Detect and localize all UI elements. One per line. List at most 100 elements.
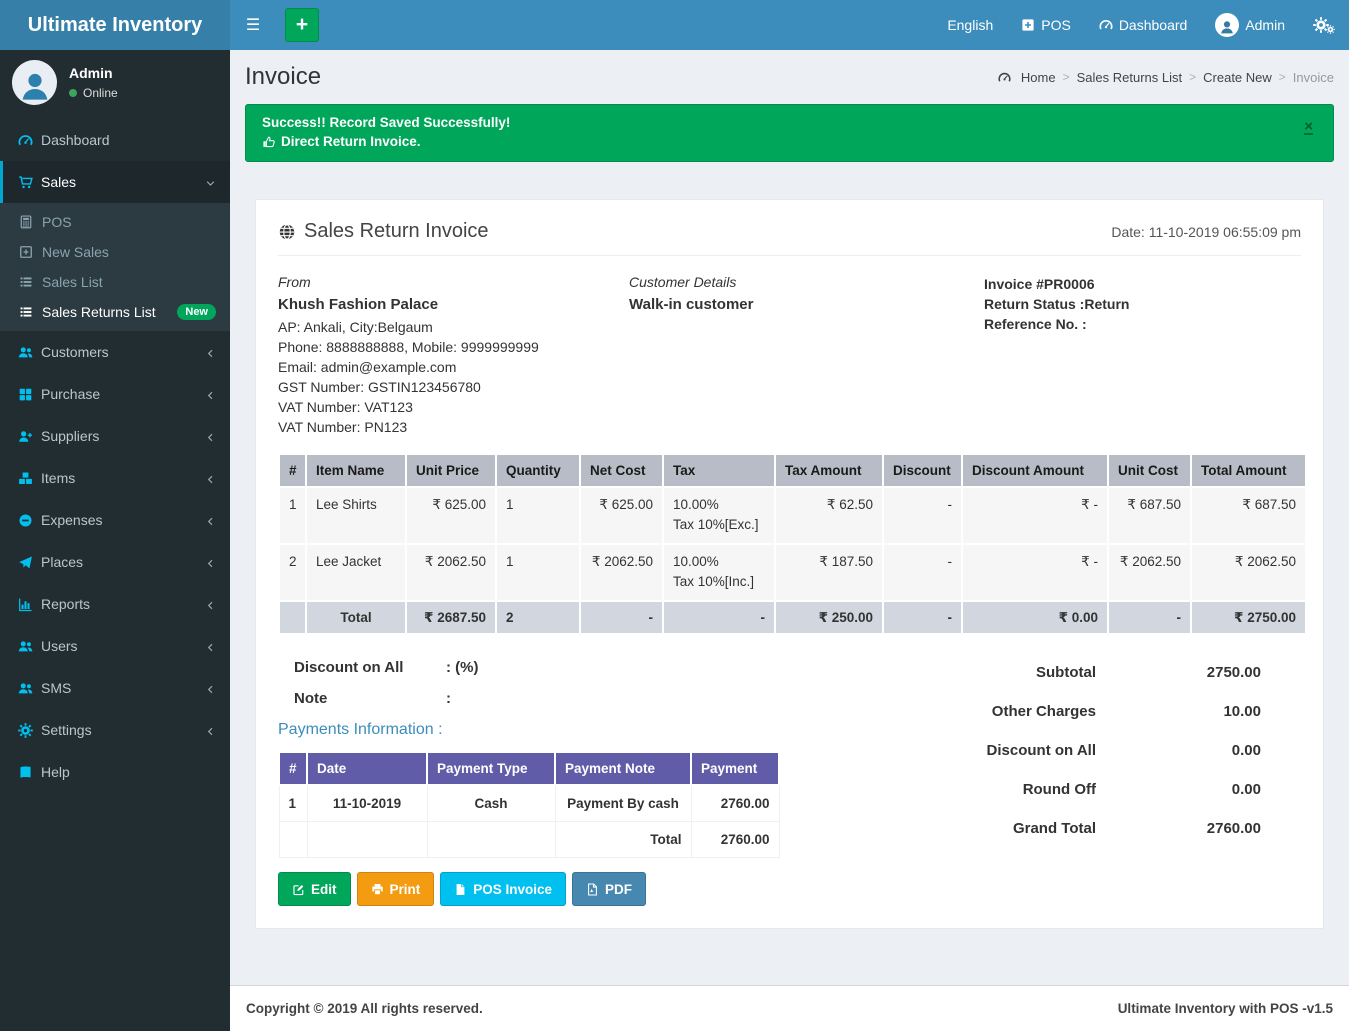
pdf-button[interactable]: PDF xyxy=(572,872,646,906)
sidebar-item-new-sales[interactable]: New Sales xyxy=(0,237,230,267)
payments-table: # Date Payment Type Payment Note Payment… xyxy=(278,751,780,858)
sidebar-item-reports[interactable]: Reports xyxy=(0,583,230,625)
summary-round-off: Round Off0.00 xyxy=(931,770,1261,809)
plus-square-icon xyxy=(19,245,42,259)
sidebar-item-users[interactable]: Users xyxy=(0,625,230,667)
printer-icon xyxy=(371,883,384,896)
plus-square-icon xyxy=(1021,18,1035,32)
language-menu[interactable]: English xyxy=(933,0,1007,50)
users-icon xyxy=(18,345,41,360)
chevron-left-icon xyxy=(205,638,216,654)
chevron-down-icon xyxy=(205,174,216,190)
sidebar-item-dashboard[interactable]: Dashboard xyxy=(0,119,230,161)
sidebar-item-suppliers[interactable]: Suppliers xyxy=(0,415,230,457)
sidebar: Admin Online Dashboard Sales POS New Sal… xyxy=(0,50,230,1031)
invoice-date: Date: 11-10-2019 06:55:09 pm xyxy=(1111,224,1301,240)
breadcrumb-sales-returns-list[interactable]: Sales Returns List xyxy=(1077,70,1183,85)
online-dot-icon xyxy=(69,89,77,97)
gears-icon xyxy=(1313,17,1335,34)
note-field: Note : xyxy=(294,690,778,707)
sidebar-item-sales-returns-list[interactable]: Sales Returns List New xyxy=(0,297,230,327)
summary-grand-total: Grand Total2760.00 xyxy=(931,809,1261,848)
summary-other-charges: Other Charges10.00 xyxy=(931,692,1261,731)
chevron-left-icon xyxy=(205,554,216,570)
customer-block: Customer Details Walk-in customer xyxy=(629,274,984,437)
pos-invoice-button[interactable]: POS Invoice xyxy=(440,872,566,906)
alert-title: Success!! Record Saved Successfully! xyxy=(262,115,1317,130)
breadcrumb-invoice: Invoice xyxy=(1293,70,1334,85)
sidebar-item-sales-list[interactable]: Sales List xyxy=(0,267,230,297)
person-icon xyxy=(18,69,52,103)
chevron-left-icon xyxy=(205,680,216,696)
bar-chart-icon xyxy=(18,597,41,612)
items-total-row: Total ₹ 2687.50 2 - - ₹ 250.00 - ₹ 0.00 … xyxy=(279,601,1306,634)
book-icon xyxy=(18,765,41,780)
sidebar-item-pos[interactable]: POS xyxy=(0,207,230,237)
payments-heading: Payments Information : xyxy=(278,721,778,739)
tachometer-icon xyxy=(1099,18,1113,32)
items-table-header: # Item Name Unit Price Quantity Net Cost… xyxy=(279,454,1306,487)
file-pdf-icon xyxy=(586,883,599,896)
summary-discount-on-all: Discount on All0.00 xyxy=(931,731,1261,770)
hamburger-icon: ☰ xyxy=(246,15,260,35)
from-name: Khush Fashion Palace xyxy=(278,296,629,313)
sidebar-item-settings[interactable]: Settings xyxy=(0,709,230,751)
sidebar-item-customers[interactable]: Customers xyxy=(0,331,230,373)
pos-link[interactable]: POS xyxy=(1007,0,1085,50)
customer-name: Walk-in customer xyxy=(629,296,984,313)
minus-circle-icon xyxy=(18,513,41,528)
new-badge: New xyxy=(177,304,216,320)
invoice-title: Sales Return Invoice xyxy=(278,220,489,243)
chevron-left-icon xyxy=(205,428,216,444)
reference-no: Reference No. : xyxy=(984,314,1301,334)
table-row: 1 11-10-2019 Cash Payment By cash 2760.0… xyxy=(279,785,779,822)
list-icon xyxy=(19,305,42,319)
invoice-number: Invoice #PR0006 xyxy=(984,274,1301,294)
summary-subtotal: Subtotal2750.00 xyxy=(931,653,1261,692)
sidebar-item-help[interactable]: Help xyxy=(0,751,230,793)
edit-button[interactable]: Edit xyxy=(278,872,351,906)
chevron-left-icon xyxy=(205,722,216,738)
sidebar-user-panel: Admin Online xyxy=(0,50,230,119)
from-label: From xyxy=(278,274,629,290)
chevron-left-icon xyxy=(205,470,216,486)
breadcrumb-home[interactable]: Home xyxy=(1021,70,1056,85)
alert-message: Direct Return Invoice. xyxy=(281,134,421,149)
items-table: # Item Name Unit Price Quantity Net Cost… xyxy=(278,453,1307,635)
copyright-text: Copyright © 2019 All rights reserved. xyxy=(246,1001,483,1016)
sidebar-item-sales[interactable]: Sales xyxy=(0,161,230,203)
breadcrumb-create-new[interactable]: Create New xyxy=(1203,70,1272,85)
invoice-card: Sales Return Invoice Date: 11-10-2019 06… xyxy=(255,199,1324,929)
chevron-left-icon xyxy=(205,386,216,402)
settings-menu[interactable] xyxy=(1299,0,1349,50)
close-icon[interactable]: × xyxy=(1304,121,1313,135)
avatar xyxy=(1215,13,1239,37)
user-status: Online xyxy=(69,86,118,100)
cubes-icon xyxy=(18,471,41,486)
dashboard-link[interactable]: Dashboard xyxy=(1085,0,1202,50)
paper-plane-icon xyxy=(18,555,41,570)
plus-icon: + xyxy=(296,10,308,40)
table-row: 1 Lee Shirts ₹ 625.00 1 ₹ 625.00 10.00%T… xyxy=(279,487,1306,544)
gears-icon xyxy=(18,723,41,738)
chevron-left-icon xyxy=(205,344,216,360)
list-icon xyxy=(19,275,42,289)
table-row: 2 Lee Jacket ₹ 2062.50 1 ₹ 2062.50 10.00… xyxy=(279,544,1306,601)
users-icon xyxy=(18,681,41,696)
sidebar-item-places[interactable]: Places xyxy=(0,541,230,583)
sidebar-item-sms[interactable]: SMS xyxy=(0,667,230,709)
sales-submenu: POS New Sales Sales List Sales Returns L… xyxy=(0,203,230,331)
sidebar-item-expenses[interactable]: Expenses xyxy=(0,499,230,541)
sidebar-item-purchase[interactable]: Purchase xyxy=(0,373,230,415)
payments-table-header: # Date Payment Type Payment Note Payment xyxy=(279,752,779,785)
sidebar-item-items[interactable]: Items xyxy=(0,457,230,499)
calculator-icon xyxy=(19,215,42,229)
user-menu[interactable]: Admin xyxy=(1201,0,1299,50)
print-button[interactable]: Print xyxy=(357,872,435,906)
divider xyxy=(278,255,1301,256)
sidebar-toggle-button[interactable]: ☰ xyxy=(230,0,276,50)
app-brand[interactable]: Ultimate Inventory xyxy=(0,0,230,50)
quick-add-button[interactable]: + xyxy=(285,8,319,42)
discount-on-all-field: Discount on All : (%) xyxy=(294,659,778,676)
user-name: Admin xyxy=(69,65,118,81)
